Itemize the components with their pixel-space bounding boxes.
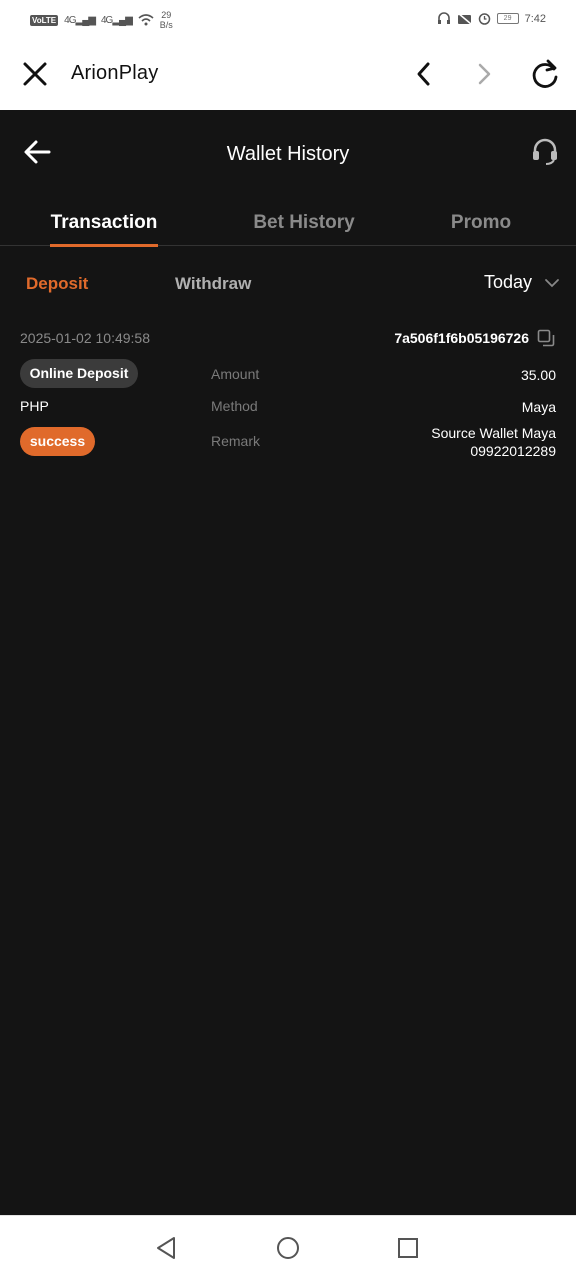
status-bar: VoLTE 4G▂▄▆ 4G▂▄▆ 29 B/s 29 7:42 [0, 0, 576, 40]
nav-recents-icon[interactable] [394, 1234, 422, 1262]
tab-promo[interactable]: Promo [440, 212, 522, 234]
chevron-left-icon[interactable] [410, 59, 438, 89]
browser-toolbar: ArionPlay [0, 40, 576, 110]
transaction-datetime: 2025-01-02 10:49:58 [20, 330, 150, 346]
transaction-id: 7a506f1f6b05196726 [394, 330, 529, 346]
method-value: Maya [521, 399, 556, 415]
headset-icon[interactable] [530, 136, 560, 166]
date-filter-dropdown[interactable]: Today [484, 272, 560, 293]
remark-value: Source Wallet Maya 09922012289 [431, 424, 556, 460]
transaction-type-badge: Online Deposit [20, 359, 138, 388]
subtab-withdraw[interactable]: Withdraw [175, 274, 251, 294]
remark-label: Remark [211, 433, 261, 449]
copy-icon[interactable] [537, 329, 555, 347]
wifi-icon [138, 14, 154, 26]
date-filter-value: Today [483, 272, 532, 292]
currency-value: PHP [20, 398, 49, 414]
network-speed: 29 B/s [159, 10, 173, 30]
amount-value: 35.00 [520, 367, 556, 383]
signal-icon: 4G▂▄▆ [64, 14, 96, 26]
chevron-down-icon [545, 278, 559, 287]
chevron-right-icon[interactable] [470, 59, 498, 89]
headphones-icon [437, 12, 450, 24]
refresh-icon[interactable] [528, 57, 562, 91]
status-time: 7:42 [524, 12, 546, 25]
signal-icon-2: 4G▂▄▆ [100, 14, 133, 26]
subtab-deposit[interactable]: Deposit [26, 274, 88, 294]
remark-line-2: 09922012289 [470, 443, 556, 459]
wallet-history-screen: Wallet History Transaction Bet History P… [0, 110, 576, 1215]
nav-back-icon[interactable] [152, 1234, 180, 1262]
amount-label: Amount [211, 366, 260, 382]
status-right: 29 7:42 [437, 12, 546, 25]
method-label: Method [211, 398, 258, 414]
system-nav-bar [0, 1215, 576, 1280]
status-badge: success [20, 427, 95, 456]
close-icon[interactable] [20, 59, 50, 89]
battery-icon: 29 [496, 13, 519, 24]
tab-transaction[interactable]: Transaction [50, 212, 158, 234]
page-title: Wallet History [226, 143, 350, 165]
active-tab-indicator [50, 244, 158, 247]
remark-line-1: Source Wallet Maya [431, 425, 556, 441]
status-left: VoLTE 4G▂▄▆ 4G▂▄▆ 29 B/s [30, 10, 173, 30]
main-tabs: Transaction Bet History Promo [0, 208, 576, 246]
browser-title: ArionPlay [71, 62, 159, 84]
alarm-icon [478, 13, 490, 25]
volte-icon: VoLTE [30, 14, 59, 26]
camera-off-icon [457, 12, 472, 25]
tab-bet-history[interactable]: Bet History [244, 212, 364, 234]
nav-home-icon[interactable] [274, 1234, 302, 1262]
